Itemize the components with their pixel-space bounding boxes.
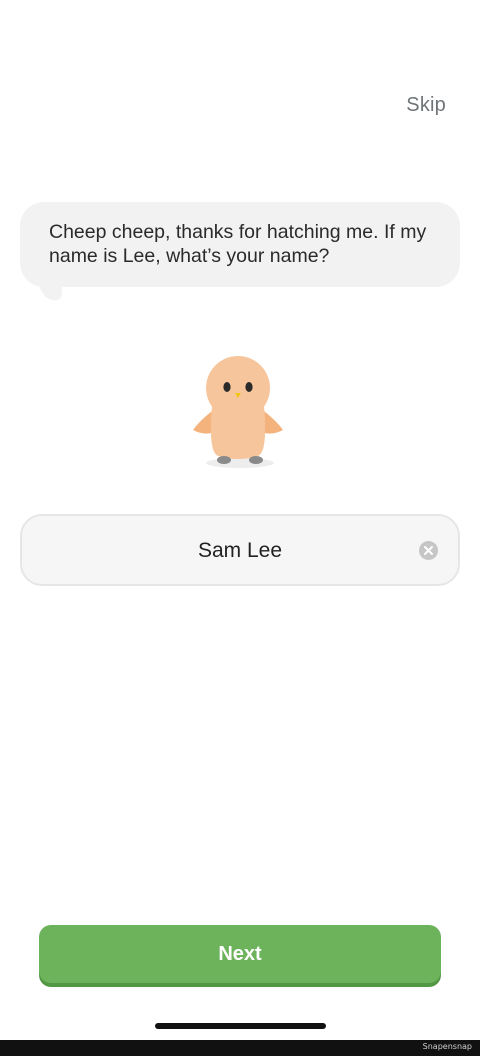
watermark-bar: Snapensnap [0,1040,480,1056]
chick-right-foot [249,456,263,464]
speech-bubble: Cheep cheep, thanks for hatching me. If … [20,202,460,287]
chick-left-foot [217,456,231,464]
next-button[interactable]: Next [39,925,441,983]
chick-shadow [206,458,274,468]
speech-bubble-tail [38,280,62,301]
chick-left-eye [223,382,231,392]
name-field-container [20,514,460,586]
name-input[interactable] [72,516,408,586]
clear-x-circle-icon[interactable] [419,541,438,560]
chick-right-eye [245,382,253,392]
chick-mascot-icon [193,356,283,468]
home-indicator[interactable] [155,1023,326,1029]
chick-head [206,356,270,420]
watermark-text: Snapensnap [422,1042,472,1051]
speech-bubble-text: Cheep cheep, thanks for hatching me. If … [49,221,427,267]
skip-button[interactable]: Skip [406,94,446,117]
